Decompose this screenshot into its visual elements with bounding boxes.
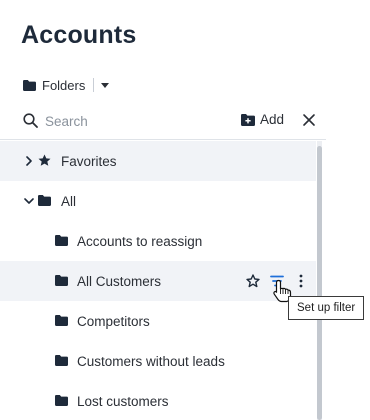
folder-icon: [38, 195, 51, 206]
add-button-label: Add: [260, 112, 285, 127]
tree-node-label: Competitors: [77, 313, 150, 329]
tooltip: Set up filter: [288, 296, 365, 320]
folder-icon: [55, 275, 68, 286]
tree-node-label: Accounts to reassign: [77, 233, 203, 249]
tree-node-label: Customers without leads: [77, 353, 225, 369]
folder-icon: [55, 235, 68, 246]
tree-node-accounts-to-reassign[interactable]: Accounts to reassign: [0, 221, 316, 261]
tree-node-customers-without-leads[interactable]: Customers without leads: [0, 341, 316, 381]
folder-add-icon: [241, 113, 255, 126]
folders-dropdown-label: Folders: [42, 77, 86, 93]
tree-node-label: Lost customers: [77, 393, 169, 409]
search-bar: Add: [0, 106, 326, 140]
chevron-right-icon[interactable]: [24, 156, 34, 166]
folder-tree: Favorites All Accounts to reassign All C…: [0, 141, 316, 420]
star-icon: [38, 154, 51, 166]
chevron-down-icon[interactable]: [24, 196, 34, 206]
tree-node-competitors[interactable]: Competitors: [0, 301, 316, 341]
tree-node-lost-customers[interactable]: Lost customers: [0, 381, 316, 420]
folders-divider: [93, 78, 95, 92]
add-folder-button[interactable]: Add: [241, 112, 284, 127]
tree-node-label: All: [61, 193, 77, 209]
tree-node-favorites[interactable]: Favorites: [0, 141, 316, 181]
scrollbar-thumb[interactable]: [317, 146, 322, 420]
more-vertical-icon[interactable]: [298, 274, 304, 288]
tree-node-all[interactable]: All: [0, 181, 316, 221]
tree-node-all-customers[interactable]: All Customers: [0, 261, 316, 301]
tree-node-label: Favorites: [61, 153, 117, 169]
page-title: Accounts: [21, 21, 137, 49]
close-icon[interactable]: [302, 113, 316, 127]
star-outline-icon[interactable]: [246, 274, 260, 288]
folders-dropdown[interactable]: Folders: [23, 76, 110, 94]
folder-icon: [55, 315, 68, 326]
folder-icon: [55, 355, 68, 366]
tree-node-label: All Customers: [77, 273, 162, 289]
folder-icon: [55, 395, 68, 406]
folder-icon: [23, 79, 36, 91]
search-icon: [23, 113, 38, 128]
search-input[interactable]: [45, 110, 225, 132]
caret-down-icon[interactable]: [101, 82, 110, 88]
